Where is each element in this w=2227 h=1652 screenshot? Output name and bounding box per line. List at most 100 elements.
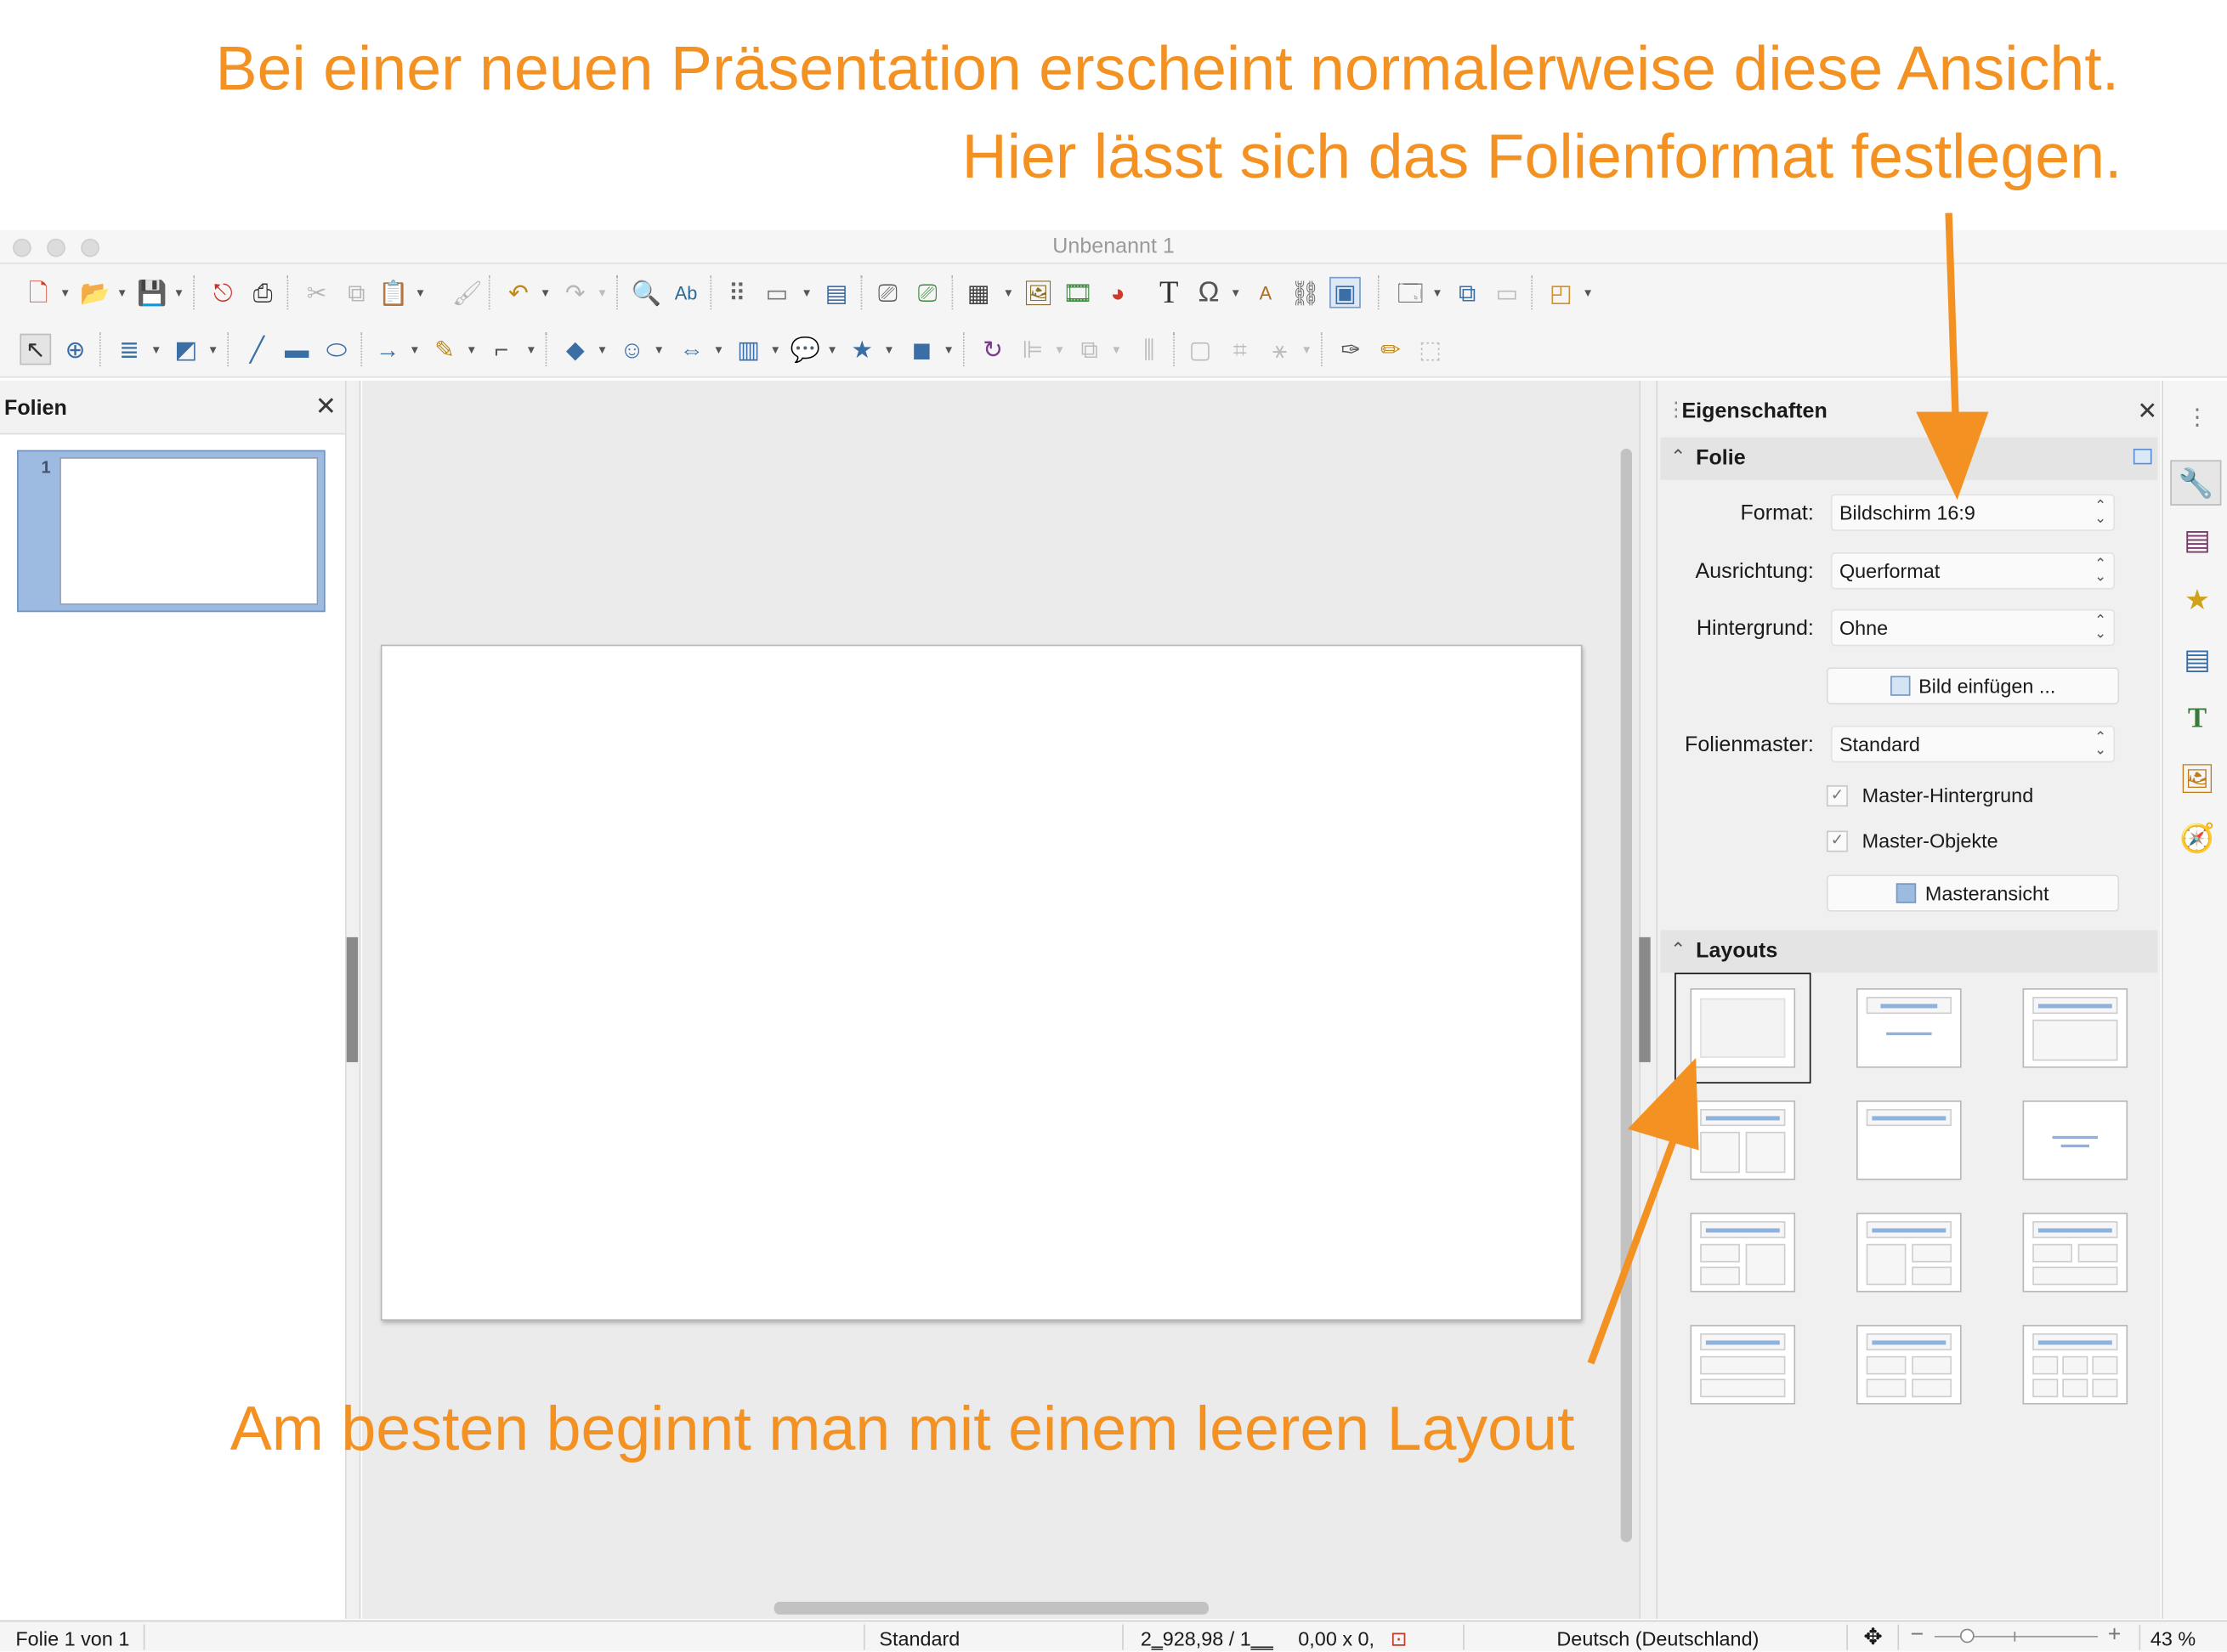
fill-color-icon[interactable]: ◩ xyxy=(171,334,202,365)
chevron-down-icon[interactable]: ▼ xyxy=(1054,343,1065,356)
chevron-down-icon[interactable]: ▼ xyxy=(60,287,71,300)
zoom-slider-handle[interactable] xyxy=(1959,1628,1975,1644)
sidebar-menu-icon[interactable]: ⋮ xyxy=(2178,398,2218,438)
layout-title-content[interactable] xyxy=(2022,988,2128,1068)
filter-icon[interactable]: ⚹ xyxy=(1264,334,1295,365)
properties-wrench-icon[interactable]: 🔧 xyxy=(2170,460,2222,506)
3d-objects-icon[interactable]: ◼ xyxy=(906,334,938,365)
horizontal-scrollbar[interactable] xyxy=(774,1601,1210,1615)
chevron-down-icon[interactable]: ▼ xyxy=(713,343,724,356)
insert-image-icon[interactable]: 🖼 xyxy=(1023,277,1054,308)
show-draw-functions-icon[interactable]: ▣ xyxy=(1329,276,1361,308)
arrange-icon[interactable]: ⧉ xyxy=(1074,334,1105,365)
chevron-down-icon[interactable]: ▼ xyxy=(150,343,162,356)
insert-image-button[interactable]: Bild einfügen ... xyxy=(1826,667,2120,704)
find-replace-icon[interactable]: 🔍 xyxy=(631,277,662,308)
left-collapse-handle[interactable] xyxy=(346,936,359,1062)
rectangle-icon[interactable]: ▬ xyxy=(281,334,313,365)
fit-slide-icon[interactable]: ✥ xyxy=(1863,1623,1882,1651)
gallery-icon[interactable]: 🖼 xyxy=(2178,758,2218,798)
paste-icon[interactable]: 📋 xyxy=(377,277,409,308)
zoom-in-button[interactable]: + xyxy=(2108,1623,2122,1649)
new-document-icon[interactable]: 🗋 xyxy=(23,277,54,308)
text-box-icon[interactable]: T xyxy=(1153,276,1185,308)
glue-points-icon[interactable]: ✏ xyxy=(1375,334,1407,365)
layout-title-six-content[interactable] xyxy=(2022,1325,2128,1405)
display-views-icon[interactable]: ▭ xyxy=(762,277,793,308)
line-arrow-icon[interactable]: → xyxy=(372,334,404,365)
shadow-icon[interactable]: ▢ xyxy=(1185,334,1216,365)
export-pdf-icon[interactable]: ⎋ xyxy=(207,277,239,308)
slide-thumbnail-selected[interactable]: 1 xyxy=(17,450,326,613)
master-view-button[interactable]: Masteransicht xyxy=(1826,874,2120,912)
master-slides-icon[interactable]: ▤ xyxy=(2178,639,2218,679)
close-icon[interactable]: ✕ xyxy=(315,392,337,421)
chevron-down-icon[interactable]: ▼ xyxy=(1431,287,1442,300)
chevron-down-icon[interactable]: ▼ xyxy=(827,343,838,356)
insert-chart-icon[interactable]: ◕ xyxy=(1102,277,1134,308)
block-arrows-icon[interactable]: ⇔ xyxy=(676,334,707,365)
master-slide-icon[interactable]: ▤ xyxy=(821,277,853,308)
chevron-down-icon[interactable]: ▼ xyxy=(883,343,894,356)
layout-title-two-rows[interactable] xyxy=(1690,1325,1796,1405)
hyperlink-icon[interactable]: ⛓ xyxy=(1289,277,1321,308)
chevron-down-icon[interactable]: ▼ xyxy=(770,343,781,356)
chevron-down-icon[interactable]: ▼ xyxy=(540,287,551,300)
format-select[interactable]: Bildschirm 16:9 ⌃ ⌄ xyxy=(1830,494,2116,531)
right-collapse-handle[interactable] xyxy=(1639,936,1651,1062)
line-color-icon[interactable]: ≣ xyxy=(114,334,145,365)
curve-icon[interactable]: ✎ xyxy=(429,334,461,365)
layout-title-four-content[interactable] xyxy=(1856,1325,1962,1405)
more-options-icon[interactable] xyxy=(2133,449,2152,465)
chevron-down-icon[interactable]: ▼ xyxy=(597,343,608,356)
chevron-down-icon[interactable]: ▼ xyxy=(1111,343,1122,356)
save-icon[interactable]: 💾 xyxy=(136,277,167,308)
master-status[interactable]: Standard xyxy=(879,1627,960,1650)
layout-title-only-centered[interactable] xyxy=(1856,988,1962,1068)
chevron-down-icon[interactable]: ▼ xyxy=(466,343,477,356)
slide-transition-icon[interactable]: ▤ xyxy=(2178,520,2218,560)
open-folder-icon[interactable]: 📂 xyxy=(80,277,111,308)
master-objects-checkbox[interactable]: ✓ xyxy=(1826,830,1848,852)
background-select[interactable]: Ohne ⌃ ⌄ xyxy=(1830,608,2116,647)
chevron-down-icon[interactable]: ▼ xyxy=(944,343,955,356)
layout-title-only[interactable] xyxy=(1856,1100,1962,1180)
layout-title-content-two-left[interactable] xyxy=(1856,1213,1962,1293)
flowchart-icon[interactable]: ▥ xyxy=(733,334,764,365)
redo-icon[interactable]: ↷ xyxy=(559,277,591,308)
start-current-slide-icon[interactable]: ⎚ xyxy=(912,277,944,308)
start-first-slide-icon[interactable]: ⎚ xyxy=(872,277,904,308)
clone-formatting-icon[interactable]: 🖌 xyxy=(451,277,483,308)
connector-icon[interactable]: ⌐ xyxy=(485,334,517,365)
slide-canvas[interactable] xyxy=(380,644,1583,1321)
undo-icon[interactable]: ↶ xyxy=(503,277,535,308)
table-icon[interactable]: ▦ xyxy=(963,277,994,308)
chevron-down-icon[interactable]: ▼ xyxy=(597,287,608,300)
master-background-checkbox[interactable]: ✓ xyxy=(1826,785,1848,807)
align-icon[interactable]: ⊫ xyxy=(1017,334,1048,365)
grid-icon[interactable]: ⠿ xyxy=(722,277,753,308)
chevron-down-icon[interactable]: ▼ xyxy=(1003,287,1014,300)
chevron-down-icon[interactable]: ▼ xyxy=(409,343,420,356)
document-modified-icon[interactable]: ⊡ xyxy=(1391,1627,1408,1651)
chevron-down-icon[interactable]: ▼ xyxy=(173,287,184,300)
animation-star-icon[interactable]: ★ xyxy=(2178,580,2218,620)
layout-title-content-two-right[interactable] xyxy=(1690,1213,1796,1293)
master-select[interactable]: Standard ⌃ ⌄ xyxy=(1830,725,2116,763)
fontwork-icon[interactable]: A xyxy=(1250,277,1281,308)
styles-icon[interactable]: T xyxy=(2178,699,2218,738)
chevron-down-icon[interactable]: ▼ xyxy=(1582,287,1593,300)
orientation-select[interactable]: Querformat ⌃ ⌄ xyxy=(1830,552,2116,590)
basic-shapes-icon[interactable]: ◆ xyxy=(559,334,591,365)
layouts-section-header[interactable]: ⌃ Layouts xyxy=(1660,930,2158,973)
layout-title-two-top-one-bottom[interactable] xyxy=(2022,1213,2128,1293)
navigator-compass-icon[interactable]: 🧭 xyxy=(2178,818,2218,857)
callouts-icon[interactable]: 💬 xyxy=(790,334,821,365)
chevron-down-icon[interactable]: ▼ xyxy=(1230,287,1241,300)
layout-title-two-content[interactable] xyxy=(1690,1100,1796,1180)
chevron-down-icon[interactable]: ▼ xyxy=(654,343,665,356)
folie-section-header[interactable]: ⌃ Folie xyxy=(1660,437,2158,480)
delete-slide-icon[interactable]: ▭ xyxy=(1492,277,1523,308)
select-pointer-icon[interactable]: ↖ xyxy=(20,333,52,365)
ellipse-icon[interactable]: ⬭ xyxy=(321,334,353,365)
